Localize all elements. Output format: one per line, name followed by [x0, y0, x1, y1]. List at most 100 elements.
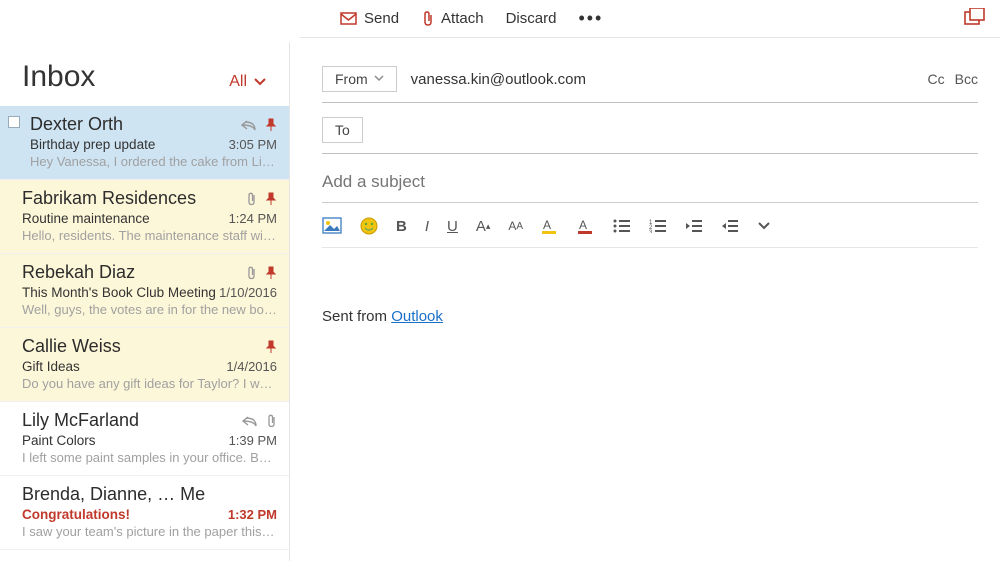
message-item[interactable]: Lily McFarland Paint Colors1:39 PM I left …	[0, 402, 289, 476]
message-preview: Do you have any gift ideas for Taylor? I…	[22, 376, 277, 391]
from-label: From	[335, 71, 368, 87]
message-time: 1/10/2016	[219, 285, 277, 300]
svg-text:A: A	[543, 218, 551, 232]
attach-button[interactable]: Attach	[421, 10, 484, 27]
compose-body[interactable]: Sent from Outlook	[322, 248, 978, 325]
message-sender: Dexter Orth	[30, 114, 241, 135]
paperclip-icon	[266, 414, 277, 428]
message-sender: Fabrikam Residences	[22, 188, 246, 209]
font-color-button[interactable]: A	[577, 217, 595, 235]
from-picker-button[interactable]: From	[322, 66, 397, 92]
message-item[interactable]: Dexter Orth Birthday prep update3:05 PM He…	[0, 106, 289, 180]
cc-button[interactable]: Cc	[928, 71, 945, 87]
paperclip-icon	[421, 11, 435, 27]
signature-prefix: Sent from	[322, 308, 391, 325]
subject-row	[322, 162, 978, 203]
compose-pane: From vanessa.kin@outlook.com Cc Bcc To B…	[300, 42, 1000, 561]
insert-emoji-button[interactable]	[360, 217, 378, 235]
discard-button[interactable]: Discard	[506, 10, 557, 27]
message-subject: Routine maintenance	[22, 211, 229, 226]
more-actions-button[interactable]: •••	[578, 8, 603, 29]
svg-text:A: A	[579, 218, 587, 232]
message-time: 1:24 PM	[229, 211, 277, 226]
font-size-up-button[interactable]: A▴	[476, 218, 491, 235]
numbered-list-icon: 123	[649, 219, 667, 233]
select-checkbox[interactable]	[8, 116, 20, 128]
message-subject: Paint Colors	[22, 433, 229, 448]
popout-button[interactable]	[964, 8, 986, 26]
numbered-list-button[interactable]: 123	[649, 219, 667, 233]
message-subject: Birthday prep update	[30, 137, 229, 152]
paperclip-icon	[246, 266, 257, 280]
message-preview: Hello, residents. The maintenance staff …	[22, 228, 277, 243]
attach-label: Attach	[441, 10, 484, 27]
font-color-icon: A	[577, 217, 595, 235]
message-time: 1/4/2016	[226, 359, 277, 374]
folder-filter-button[interactable]: All	[229, 73, 267, 91]
to-label: To	[335, 122, 350, 138]
reply-icon	[241, 119, 257, 131]
svg-text:3: 3	[649, 230, 653, 233]
chevron-down-icon	[253, 77, 267, 87]
folder-filter-label: All	[229, 73, 247, 91]
bcc-button[interactable]: Bcc	[955, 71, 978, 87]
send-button[interactable]: Send	[340, 10, 399, 27]
image-icon	[322, 217, 342, 235]
message-subject: This Month's Book Club Meeting	[22, 285, 219, 300]
from-row: From vanessa.kin@outlook.com Cc Bcc	[322, 60, 978, 103]
send-label: Send	[364, 10, 399, 27]
folder-title: Inbox	[22, 60, 95, 94]
to-row: To	[322, 111, 978, 154]
from-address: vanessa.kin@outlook.com	[411, 71, 928, 88]
chevron-down-icon	[757, 221, 771, 231]
pin-icon	[265, 192, 277, 206]
message-time: 1:32 PM	[228, 507, 277, 522]
highlight-icon: A	[541, 217, 559, 235]
bullet-list-icon	[613, 219, 631, 233]
message-sender: Brenda, Dianne, … Me	[22, 484, 277, 505]
format-toolbar: B I U A▴ AA A A 123	[322, 209, 978, 248]
pin-icon	[265, 118, 277, 132]
message-preview: I left some paint samples in your office…	[22, 450, 277, 465]
message-sender: Rebekah Diaz	[22, 262, 246, 283]
message-list-pane: Inbox All Dexter Orth Birthday prep updat…	[0, 42, 290, 561]
message-item[interactable]: Fabrikam Residences Routine maintenance1:…	[0, 180, 289, 254]
underline-button[interactable]: U	[447, 218, 458, 235]
message-item[interactable]: Rebekah Diaz This Month's Book Club Meeti…	[0, 254, 289, 328]
message-subject: Congratulations!	[22, 507, 228, 522]
outdent-button[interactable]	[685, 219, 703, 233]
italic-button[interactable]: I	[425, 218, 429, 235]
message-preview: Well, guys, the votes are in for the new…	[22, 302, 277, 317]
bold-button[interactable]: B	[396, 218, 407, 235]
insert-image-button[interactable]	[322, 217, 342, 235]
chevron-down-icon	[374, 75, 384, 83]
highlight-color-button[interactable]: A	[541, 217, 559, 235]
message-item[interactable]: Callie WeissGift Ideas1/4/2016Do you hav…	[0, 328, 289, 402]
signature: Sent from Outlook	[322, 308, 978, 325]
message-preview: I saw your team's picture in the paper t…	[22, 524, 277, 539]
signature-link[interactable]: Outlook	[391, 308, 443, 325]
discard-label: Discard	[506, 10, 557, 27]
pin-icon	[265, 266, 277, 280]
popout-icon	[964, 8, 986, 26]
emoji-icon	[360, 217, 378, 235]
paperclip-icon	[246, 192, 257, 206]
message-item[interactable]: Brenda, Dianne, … Me Congratulations!1:32…	[0, 476, 289, 550]
pin-icon	[265, 340, 277, 354]
reply-icon	[242, 415, 258, 427]
message-time: 3:05 PM	[229, 137, 277, 152]
bullet-list-button[interactable]	[613, 219, 631, 233]
to-label-button[interactable]: To	[322, 117, 363, 143]
subject-input[interactable]	[322, 172, 978, 192]
message-time: 1:39 PM	[229, 433, 277, 448]
outdent-icon	[685, 219, 703, 233]
format-more-button[interactable]	[757, 221, 771, 231]
message-subject: Gift Ideas	[22, 359, 226, 374]
message-preview: Hey Vanessa, I ordered the cake from Lib…	[30, 154, 277, 169]
folder-header: Inbox All	[0, 42, 289, 106]
message-sender: Lily McFarland	[22, 410, 242, 431]
indent-button[interactable]	[721, 219, 739, 233]
send-icon	[340, 12, 358, 26]
message-list: Dexter Orth Birthday prep update3:05 PM He…	[0, 106, 289, 550]
font-size-down-button[interactable]: AA	[508, 219, 523, 233]
